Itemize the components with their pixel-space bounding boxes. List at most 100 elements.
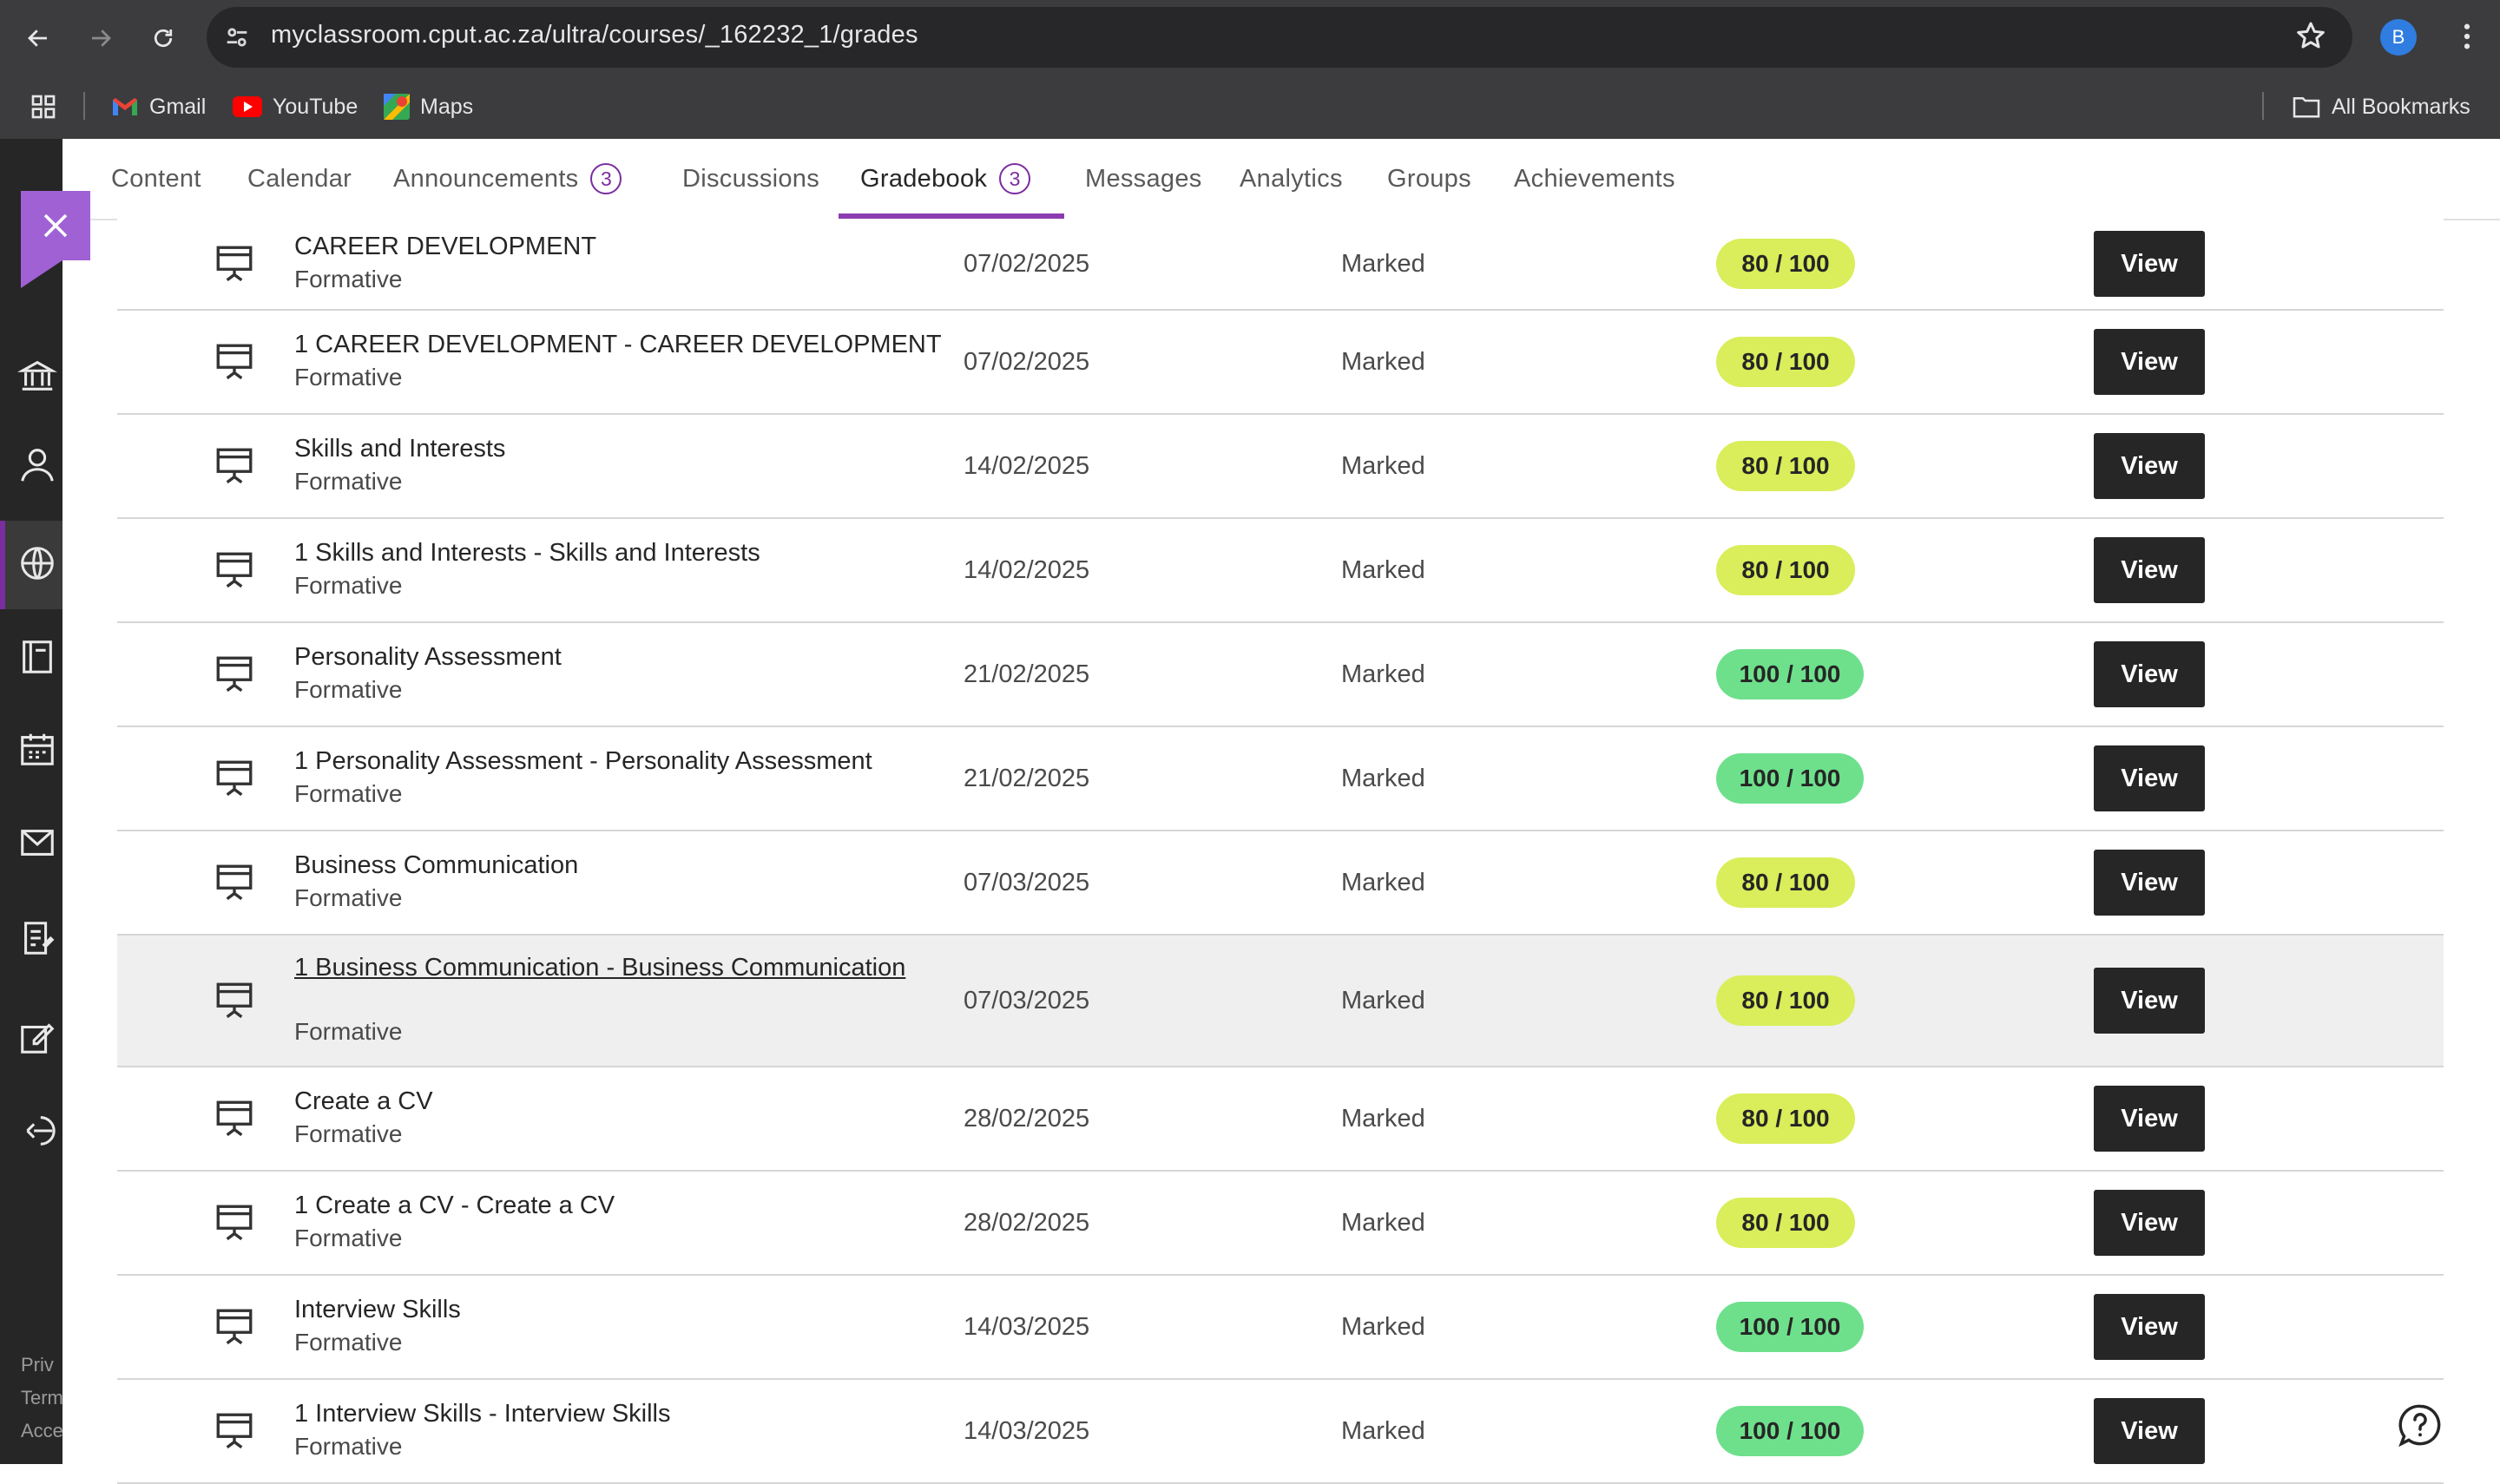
left-navigation-rail: Priv Term Acce [0,139,63,1464]
bookmark-youtube[interactable]: YouTube [233,92,358,121]
view-button[interactable]: View [2094,537,2205,603]
grade-item-title[interactable]: 1 Skills and Interests - Skills and Inte… [294,537,945,568]
grade-pill: 80 / 100 [1716,239,1855,289]
assignment-icon [213,1097,256,1140]
grade-item-title[interactable]: CAREER DEVELOPMENT [294,231,945,262]
profile-avatar[interactable]: B [2380,19,2417,56]
due-date: 14/02/2025 [964,556,1090,584]
grade-item-category: Formative [294,1433,403,1460]
grade-status: Marked [1341,1209,1425,1237]
url-text[interactable]: myclassroom.cput.ac.za/ultra/courses/_16… [271,21,918,49]
grade-item-category: Formative [294,468,403,495]
grade-item-title[interactable]: 1 Interview Skills - Interview Skills [294,1398,945,1429]
tab-label: Content [111,164,201,193]
view-button[interactable]: View [2094,968,2205,1034]
grade-row: 1 Business Communication - Business Comm… [117,936,2444,1067]
grade-item-category: Formative [294,364,403,391]
bookmark-star-icon[interactable] [2293,19,2328,54]
grade-item-title[interactable]: Business Communication [294,850,945,881]
messages-icon[interactable] [17,823,54,857]
view-button[interactable]: View [2094,231,2205,297]
reload-icon[interactable] [142,17,184,59]
tab-achievements[interactable]: Achievements [1514,139,1675,219]
apps-grid-icon[interactable] [30,92,57,121]
grade-status: Marked [1341,869,1425,896]
grade-item-title[interactable]: Create a CV [294,1086,945,1117]
grade-pill: 80 / 100 [1716,337,1855,387]
bookmark-maps[interactable]: Maps [384,92,473,121]
grade-pill: 100 / 100 [1716,1406,1864,1456]
sign-out-icon[interactable] [17,1111,56,1146]
terms-link[interactable]: Term [21,1387,63,1409]
grade-pill: 100 / 100 [1716,649,1864,699]
grade-item-category: Formative [294,1225,403,1251]
grade-item-title[interactable]: 1 Business Communication - Business Comm… [294,952,945,983]
bookmark-label: YouTube [273,94,359,119]
forward-arrow-icon[interactable] [80,17,122,59]
grade-row: 1 Interview Skills - Interview Skills For… [117,1380,2444,1484]
grade-item-title[interactable]: 1 Create a CV - Create a CV [294,1190,945,1221]
bookmark-gmail[interactable]: Gmail [111,92,206,121]
close-button-tail [21,260,62,288]
due-date: 28/02/2025 [964,1105,1090,1133]
tab-label: Groups [1387,164,1471,193]
grade-pill: 100 / 100 [1716,753,1864,804]
tab-label: Discussions [682,164,820,193]
grade-item-title[interactable]: 1 CAREER DEVELOPMENT - CAREER DEVELOPMEN… [294,329,945,360]
courses-icon[interactable] [17,637,52,673]
all-bookmarks[interactable]: All Bookmarks [2292,92,2470,121]
grade-item-title[interactable]: Personality Assessment [294,641,945,673]
due-date: 14/03/2025 [964,1313,1090,1341]
tab-label: Calendar [247,164,352,193]
tab-groups[interactable]: Groups [1387,139,1471,219]
grade-item-title[interactable]: Interview Skills [294,1294,945,1325]
grade-status: Marked [1341,660,1425,688]
edit-icon[interactable] [17,1017,55,1054]
assignment-icon [213,757,256,800]
view-button[interactable]: View [2094,1294,2205,1360]
accessibility-link[interactable]: Acce [21,1420,63,1442]
back-arrow-icon[interactable] [17,17,59,59]
view-button[interactable]: View [2094,433,2205,499]
tab-announcements[interactable]: Announcements 3 [393,139,622,219]
assignment-icon [213,444,256,488]
view-button[interactable]: View [2094,329,2205,395]
calendar-icon[interactable] [17,729,54,765]
close-icon [43,213,68,238]
browser-chrome: myclassroom.cput.ac.za/ultra/courses/_16… [0,0,2500,139]
tab-analytics[interactable]: Analytics [1240,139,1343,219]
grade-row: 1 CAREER DEVELOPMENT - CAREER DEVELOPMEN… [117,311,2444,415]
view-button[interactable]: View [2094,1398,2205,1464]
tab-gradebook[interactable]: Gradebook 3 [860,139,1031,219]
privacy-link[interactable]: Priv [21,1354,54,1376]
grade-row: 1 Create a CV - Create a CV Formative 28/0… [117,1172,2444,1276]
grade-item-title[interactable]: Skills and Interests [294,433,945,464]
view-button[interactable]: View [2094,1086,2205,1152]
due-date: 28/02/2025 [964,1209,1090,1237]
view-button[interactable]: View [2094,745,2205,811]
tab-content[interactable]: Content [111,139,201,219]
profile-icon[interactable] [17,444,54,482]
globe-icon[interactable] [17,543,54,580]
help-icon[interactable] [2398,1402,2443,1448]
view-button[interactable]: View [2094,641,2205,707]
grade-pill: 80 / 100 [1716,857,1855,908]
site-info-icon[interactable] [222,23,252,52]
due-date: 14/03/2025 [964,1417,1090,1445]
tab-calendar[interactable]: Calendar [247,139,352,219]
close-course-button[interactable] [21,191,90,260]
tab-discussions[interactable]: Discussions [682,139,819,219]
grade-item-category: Formative [294,266,403,292]
view-button[interactable]: View [2094,850,2205,916]
grade-item-title[interactable]: 1 Personality Assessment - Personality A… [294,745,945,777]
grades-icon[interactable] [17,918,55,955]
bookmark-label: Gmail [149,94,207,119]
view-button[interactable]: View [2094,1190,2205,1256]
menu-kebab-icon[interactable] [2450,19,2484,54]
grade-item-category: Formative [294,1120,403,1147]
announcements-count-badge: 3 [590,163,622,194]
assignment-icon [213,653,256,696]
grade-item-category: Formative [294,1018,403,1045]
tab-messages[interactable]: Messages [1085,139,1202,219]
institution-icon[interactable] [16,356,58,391]
